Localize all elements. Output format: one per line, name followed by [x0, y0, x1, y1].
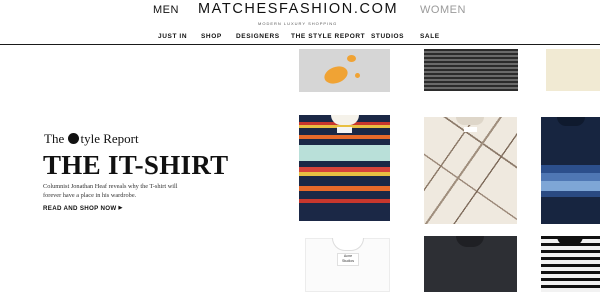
shirt-collar [557, 236, 583, 246]
nav-just-in[interactable]: JUST IN [158, 33, 187, 40]
hero-title: THE IT-SHIRT [43, 150, 229, 180]
shirt-collar [331, 115, 359, 125]
shirt-collar [557, 117, 585, 126]
product-tshirt-grey-print[interactable] [299, 49, 390, 92]
style-report-eyebrow: The tyle Report [44, 131, 139, 147]
product-tshirt-marble-print[interactable] [424, 117, 517, 224]
nav-designers[interactable]: DESIGNERS [236, 33, 280, 40]
product-tshirt-multi-stripe[interactable] [299, 115, 390, 221]
shirt-brand-label: Acne Studios [338, 254, 358, 265]
read-and-shop-link[interactable]: READ AND SHOP NOW ▶ [43, 205, 123, 212]
product-tshirt-charcoal[interactable] [424, 236, 517, 292]
product-tshirt-dark-stripe[interactable] [424, 49, 518, 91]
cta-label: READ AND SHOP NOW [43, 205, 117, 212]
women-link[interactable]: WOMEN [420, 4, 466, 16]
nav-the-style-report[interactable]: THE STYLE REPORT [291, 33, 365, 40]
hero-description: Columnist Jonathan Heaf reveals why the … [43, 183, 178, 199]
site-tagline: MODERN LUXURY SHOPPING [258, 21, 338, 26]
nav-studios[interactable]: STUDIOS [371, 33, 404, 40]
chevron-right-icon: ▶ [118, 205, 123, 211]
nav-sale[interactable]: SALE [420, 33, 440, 40]
men-link[interactable]: MEN [153, 4, 179, 16]
product-tshirt-cream[interactable] [546, 49, 600, 91]
shirt-collar [456, 117, 484, 125]
eyebrow-prefix: The [44, 131, 65, 146]
header-divider [0, 44, 600, 45]
eyebrow-suffix: tyle Report [80, 131, 139, 146]
product-tshirt-navy-blue-stripe[interactable] [541, 117, 600, 224]
orange-print-shape [321, 63, 351, 87]
product-tshirt-white[interactable]: Acne Studios [305, 238, 390, 292]
shirt-label [464, 127, 477, 132]
product-tshirt-black-white-stripe[interactable] [541, 236, 600, 292]
site-logo[interactable]: MATCHESFASHION.COM [198, 1, 398, 17]
site-header: MEN MATCHESFASHION.COM MODERN LUXURY SHO… [0, 0, 600, 44]
shirt-collar [456, 236, 484, 247]
orange-print-shape [347, 55, 356, 62]
style-report-logo-icon [68, 133, 80, 144]
nav-shop[interactable]: SHOP [201, 33, 222, 40]
shirt-label [337, 127, 352, 133]
orange-print-shape [355, 73, 360, 78]
shirt-collar [333, 238, 363, 250]
main-nav: JUST IN SHOP DESIGNERS THE STYLE REPORT … [0, 33, 600, 43]
